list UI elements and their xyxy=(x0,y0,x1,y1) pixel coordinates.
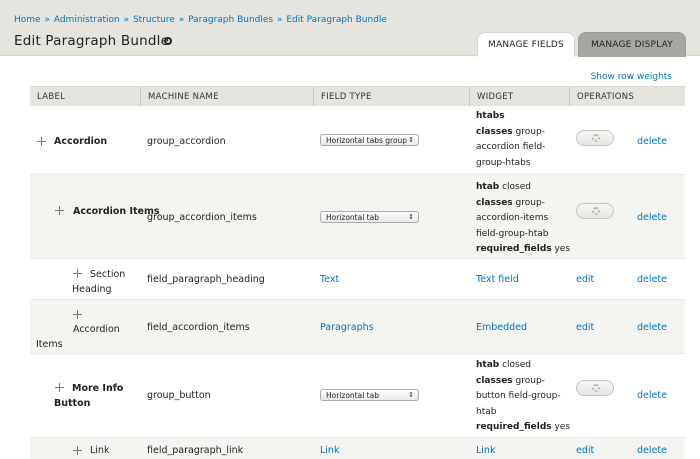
gear-icon xyxy=(592,134,600,142)
breadcrumb-paragraph-bundles[interactable]: Paragraph Bundles xyxy=(188,15,273,25)
delete-link[interactable]: delete xyxy=(637,136,667,147)
machine-name: group_accordion xyxy=(147,136,226,147)
widget-summary: htab closed classes group- accordion-ite… xyxy=(476,182,571,254)
machine-name: field_paragraph_heading xyxy=(147,274,265,285)
field-type-select[interactable]: Horizontal tab ⇕ xyxy=(320,389,419,401)
field-type-value: Horizontal tab xyxy=(326,213,379,222)
show-row-weights-link[interactable]: Show row weights xyxy=(591,72,672,82)
widget-summary: htab closed classes group- button field-… xyxy=(476,360,571,432)
table-header: LABEL MACHINE NAME FIELD TYPE WIDGET OPE… xyxy=(30,87,685,106)
edit-link[interactable]: edit xyxy=(576,322,594,333)
table-row: Accordion Items field_accordion_items Pa… xyxy=(30,300,685,354)
field-label: More Info Button xyxy=(54,383,124,409)
table-row: Accordion group_accordion Horizontal tab… xyxy=(30,106,685,175)
settings-button[interactable] xyxy=(576,380,614,396)
delete-link[interactable]: delete xyxy=(637,445,667,456)
delete-link[interactable]: delete xyxy=(637,322,667,333)
column-header-field-type: FIELD TYPE xyxy=(314,87,470,106)
machine-name: field_paragraph_link xyxy=(147,445,244,456)
breadcrumb-home[interactable]: Home xyxy=(14,15,41,25)
column-header-machine-name: MACHINE NAME xyxy=(141,87,314,106)
widget-link[interactable]: Link xyxy=(476,445,495,456)
chevron-updown-icon: ⇕ xyxy=(408,136,414,144)
tab-manage-fields[interactable]: MANAGE FIELDS xyxy=(477,32,575,57)
breadcrumb-separator: » xyxy=(44,15,50,25)
column-header-label: LABEL xyxy=(30,87,141,106)
machine-name: group_button xyxy=(147,390,211,401)
widget-summary: htabs classes group- accordion field- gr… xyxy=(476,111,546,168)
table-row: Link field_paragraph_link Link Link edit… xyxy=(30,438,685,459)
machine-name: group_accordion_items xyxy=(147,212,257,223)
column-header-operations: OPERATIONS xyxy=(577,92,635,102)
chevron-updown-icon: ⇕ xyxy=(408,213,414,221)
tab-manage-display[interactable]: MANAGE DISPLAY xyxy=(578,32,686,57)
field-type-link[interactable]: Paragraphs xyxy=(320,322,374,333)
delete-link[interactable]: delete xyxy=(637,212,667,223)
widget-link[interactable]: Text field xyxy=(476,274,519,285)
field-label: Accordion Items xyxy=(36,324,120,350)
field-type-link[interactable]: Link xyxy=(320,445,339,456)
gear-icon xyxy=(592,384,600,392)
breadcrumb-separator: » xyxy=(276,15,283,25)
page-header: Home » Administration » Structure » Para… xyxy=(0,0,700,57)
breadcrumb-structure[interactable]: Structure xyxy=(133,15,175,25)
settings-button[interactable] xyxy=(576,130,614,146)
table-row: More Info Button group_button Horizontal… xyxy=(30,354,685,438)
field-label: Link xyxy=(90,445,110,456)
breadcrumb-edit-paragraph-bundle[interactable]: Edit Paragraph Bundle xyxy=(286,15,387,25)
edit-link[interactable]: edit xyxy=(576,274,594,285)
drag-handle-icon[interactable] xyxy=(73,310,82,319)
field-type-value: Horizontal tabs group xyxy=(326,136,408,145)
fields-table: LABEL MACHINE NAME FIELD TYPE WIDGET OPE… xyxy=(30,86,685,459)
field-type-select[interactable]: Horizontal tabs group ⇕ xyxy=(320,134,419,146)
table-row: Section Heading field_paragraph_heading … xyxy=(30,259,685,300)
drag-handle-icon[interactable] xyxy=(37,137,46,146)
field-type-value: Horizontal tab xyxy=(326,391,379,400)
edit-link[interactable]: edit xyxy=(576,445,594,456)
drag-handle-icon[interactable] xyxy=(73,446,82,455)
widget-link[interactable]: Embedded xyxy=(476,322,527,333)
breadcrumb-administration[interactable]: Administration xyxy=(54,15,120,25)
delete-link[interactable]: delete xyxy=(637,390,667,401)
column-header-widget: WIDGET xyxy=(470,87,570,106)
gear-icon xyxy=(592,207,600,215)
breadcrumb: Home » Administration » Structure » Para… xyxy=(14,15,387,25)
delete-link[interactable]: delete xyxy=(637,274,667,285)
drag-handle-icon[interactable] xyxy=(55,206,64,215)
machine-name: field_accordion_items xyxy=(147,322,250,333)
field-type-select[interactable]: Horizontal tab ⇕ xyxy=(320,211,419,223)
chevron-updown-icon: ⇕ xyxy=(408,391,414,399)
field-type-link[interactable]: Text xyxy=(320,274,339,285)
field-label: Section Heading xyxy=(72,269,126,295)
settings-button[interactable] xyxy=(576,203,614,219)
page-title: Edit Paragraph Bundle xyxy=(14,33,170,49)
breadcrumb-separator: » xyxy=(123,15,130,25)
breadcrumb-separator: » xyxy=(178,15,185,25)
shortcut-icon[interactable] xyxy=(164,37,172,45)
table-row: Accordion Items group_accordion_items Ho… xyxy=(30,175,685,259)
